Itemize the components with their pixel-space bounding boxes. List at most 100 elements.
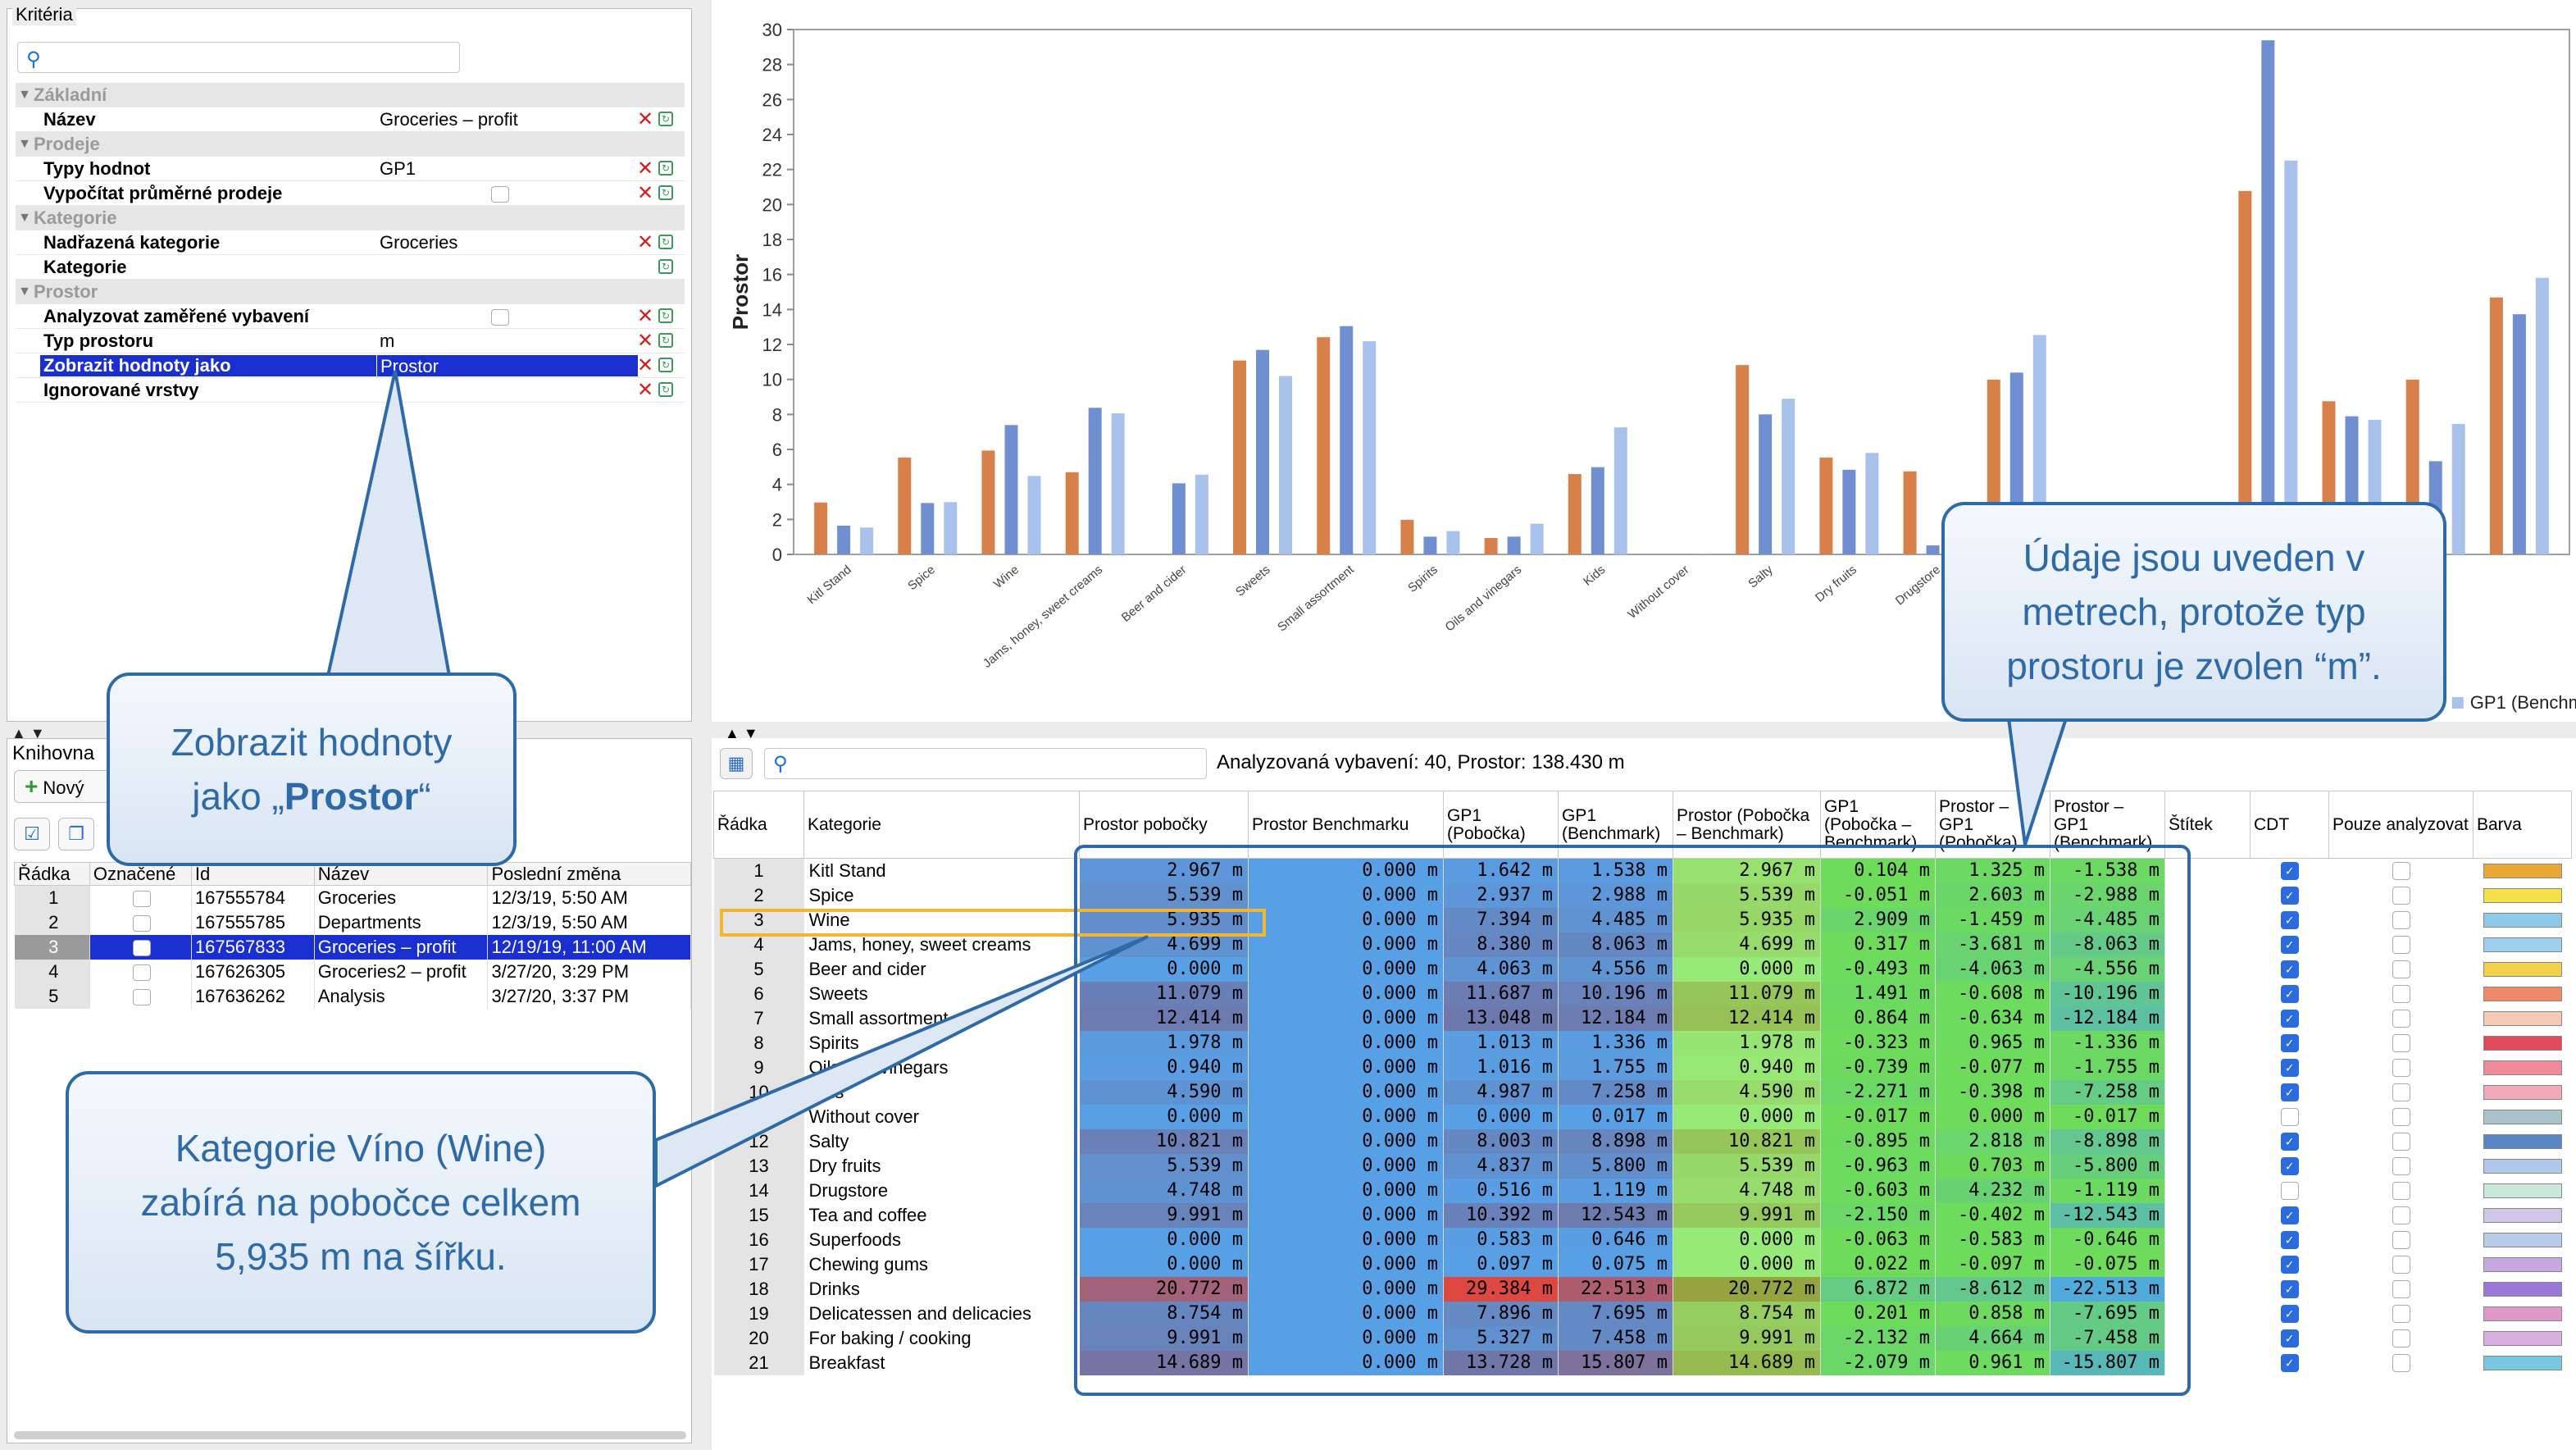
color-swatch[interactable] — [2483, 1208, 2562, 1223]
cdt-checkbox[interactable]: ✓ — [2280, 1231, 2299, 1249]
color-swatch[interactable] — [2483, 1306, 2562, 1321]
color-swatch[interactable] — [2483, 987, 2562, 1001]
cdt-checkbox[interactable]: ✓ — [2280, 1256, 2299, 1274]
bar[interactable] — [2512, 314, 2526, 554]
criteria-row[interactable]: Vypočítat průměrné prodeje ✕ ↻ — [16, 181, 685, 206]
cdt-checkbox[interactable]: ✓ — [2280, 1280, 2299, 1298]
criteria-row[interactable]: Nadřazená kategorie Groceries ✕ ↻ — [16, 230, 685, 255]
criteria-row-value[interactable] — [376, 379, 639, 402]
library-row-checkbox[interactable] — [133, 988, 152, 1005]
cdt-checkbox[interactable] — [2280, 1108, 2299, 1126]
color-swatch[interactable] — [2483, 937, 2562, 952]
bar[interactable] — [1530, 523, 1544, 554]
data-column-header[interactable]: Barva — [2473, 791, 2572, 859]
bar[interactable] — [981, 450, 995, 554]
cdt-checkbox[interactable]: ✓ — [2280, 862, 2299, 881]
bar[interactable] — [1842, 469, 1856, 554]
bar[interactable] — [944, 502, 958, 554]
color-swatch[interactable] — [2483, 1331, 2562, 1346]
analyze-only-checkbox[interactable] — [2392, 1133, 2410, 1151]
remove-icon[interactable]: ✕ — [637, 329, 653, 353]
color-swatch[interactable] — [2483, 1183, 2562, 1198]
remove-icon[interactable]: ✕ — [637, 304, 653, 328]
criteria-row[interactable]: Zobrazit hodnoty jako Prostor ✕ ↻ — [16, 353, 685, 378]
cdt-checkbox[interactable]: ✓ — [2280, 1034, 2299, 1052]
bar[interactable] — [1065, 472, 1079, 554]
analyze-only-checkbox[interactable] — [2392, 1010, 2410, 1028]
library-column-header[interactable]: Poslední změna — [487, 862, 691, 886]
remove-icon[interactable]: ✕ — [637, 353, 653, 377]
analyze-only-checkbox[interactable] — [2392, 887, 2410, 905]
criteria-group[interactable]: ▼ Prostor — [16, 280, 685, 304]
color-swatch[interactable] — [2483, 1085, 2562, 1100]
cdt-checkbox[interactable]: ✓ — [2280, 1157, 2299, 1175]
color-swatch[interactable] — [2483, 1036, 2562, 1051]
color-swatch[interactable] — [2483, 962, 2562, 977]
library-row[interactable]: 1 167555784 Groceries 12/3/19, 5:50 AM — [14, 885, 691, 910]
bar[interactable] — [1233, 360, 1247, 554]
bar[interactable] — [837, 525, 851, 554]
edit-icon[interactable]: ↻ — [658, 112, 673, 126]
bar[interactable] — [1926, 545, 1940, 554]
analyze-only-checkbox[interactable] — [2392, 1059, 2410, 1077]
expand-triangle-icon[interactable]: ▼ — [16, 285, 34, 299]
cdt-checkbox[interactable]: ✓ — [2280, 985, 2299, 1003]
edit-icon[interactable]: ↻ — [658, 235, 673, 249]
new-button[interactable]: + Nový — [14, 770, 111, 803]
analyze-only-checkbox[interactable] — [2392, 1108, 2410, 1126]
bar[interactable] — [1865, 453, 1879, 554]
bar[interactable] — [2238, 190, 2252, 554]
bar[interactable] — [1736, 365, 1750, 554]
analyze-only-checkbox[interactable] — [2392, 1280, 2410, 1298]
analyze-only-checkbox[interactable] — [2392, 1157, 2410, 1175]
analyze-only-checkbox[interactable] — [2392, 1083, 2410, 1101]
horizontal-scrollbar[interactable] — [14, 1431, 686, 1439]
library-column-header[interactable]: Řádka — [14, 862, 90, 886]
bar[interactable] — [2489, 297, 2503, 554]
analyze-only-checkbox[interactable] — [2392, 1256, 2410, 1274]
analyze-only-checkbox[interactable] — [2392, 1034, 2410, 1052]
criteria-search-input[interactable]: ⚲ — [17, 42, 460, 73]
remove-icon[interactable]: ✕ — [637, 157, 653, 180]
cdt-checkbox[interactable]: ✓ — [2280, 1010, 2299, 1028]
library-row-checkbox[interactable] — [133, 890, 152, 907]
duplicate-button[interactable]: ❐ — [58, 818, 94, 850]
library-row-checkbox[interactable] — [133, 939, 152, 956]
edit-icon[interactable]: ↻ — [658, 358, 673, 372]
criteria-checkbox[interactable] — [491, 309, 509, 326]
analyze-only-checkbox[interactable] — [2392, 1206, 2410, 1224]
criteria-row[interactable]: Název Groceries – profit ✕ ↻ — [16, 107, 685, 132]
criteria-group[interactable]: ▼ Základní — [16, 83, 685, 107]
criteria-row-value[interactable]: Groceries — [376, 231, 639, 254]
color-swatch[interactable] — [2483, 913, 2562, 928]
analyze-only-checkbox[interactable] — [2392, 960, 2410, 978]
bar[interactable] — [1484, 537, 1498, 554]
criteria-row-value[interactable]: Prostor — [376, 353, 639, 377]
color-swatch[interactable] — [2483, 1257, 2562, 1272]
analyze-only-checkbox[interactable] — [2392, 1305, 2410, 1323]
color-swatch[interactable] — [2483, 864, 2562, 879]
bar[interactable] — [1363, 341, 1377, 554]
cdt-checkbox[interactable]: ✓ — [2280, 936, 2299, 954]
bar[interactable] — [1819, 457, 1833, 554]
bar[interactable] — [1613, 427, 1627, 554]
color-swatch[interactable] — [2483, 1356, 2562, 1370]
expand-triangle-icon[interactable]: ▼ — [16, 211, 34, 226]
criteria-row[interactable]: Ignorované vrstvy ✕ ↻ — [16, 378, 685, 403]
bar[interactable] — [921, 503, 935, 554]
color-swatch[interactable] — [2483, 1060, 2562, 1075]
criteria-row-value[interactable] — [376, 256, 639, 279]
analyze-only-checkbox[interactable] — [2392, 862, 2410, 881]
cdt-checkbox[interactable]: ✓ — [2280, 1354, 2299, 1372]
remove-icon[interactable]: ✕ — [637, 107, 653, 131]
bar[interactable] — [1340, 326, 1354, 554]
remove-icon[interactable]: ✕ — [637, 181, 653, 205]
bar[interactable] — [1759, 414, 1773, 554]
criteria-row[interactable]: Kategorie ↻ — [16, 255, 685, 280]
color-swatch[interactable] — [2483, 1011, 2562, 1026]
criteria-row[interactable]: Typy hodnot GP1 ✕ ↻ — [16, 157, 685, 181]
cdt-checkbox[interactable]: ✓ — [2280, 1059, 2299, 1077]
edit-icon[interactable]: ↻ — [658, 308, 673, 323]
library-row-checkbox[interactable] — [133, 914, 152, 932]
criteria-group[interactable]: ▼ Kategorie — [16, 206, 685, 230]
